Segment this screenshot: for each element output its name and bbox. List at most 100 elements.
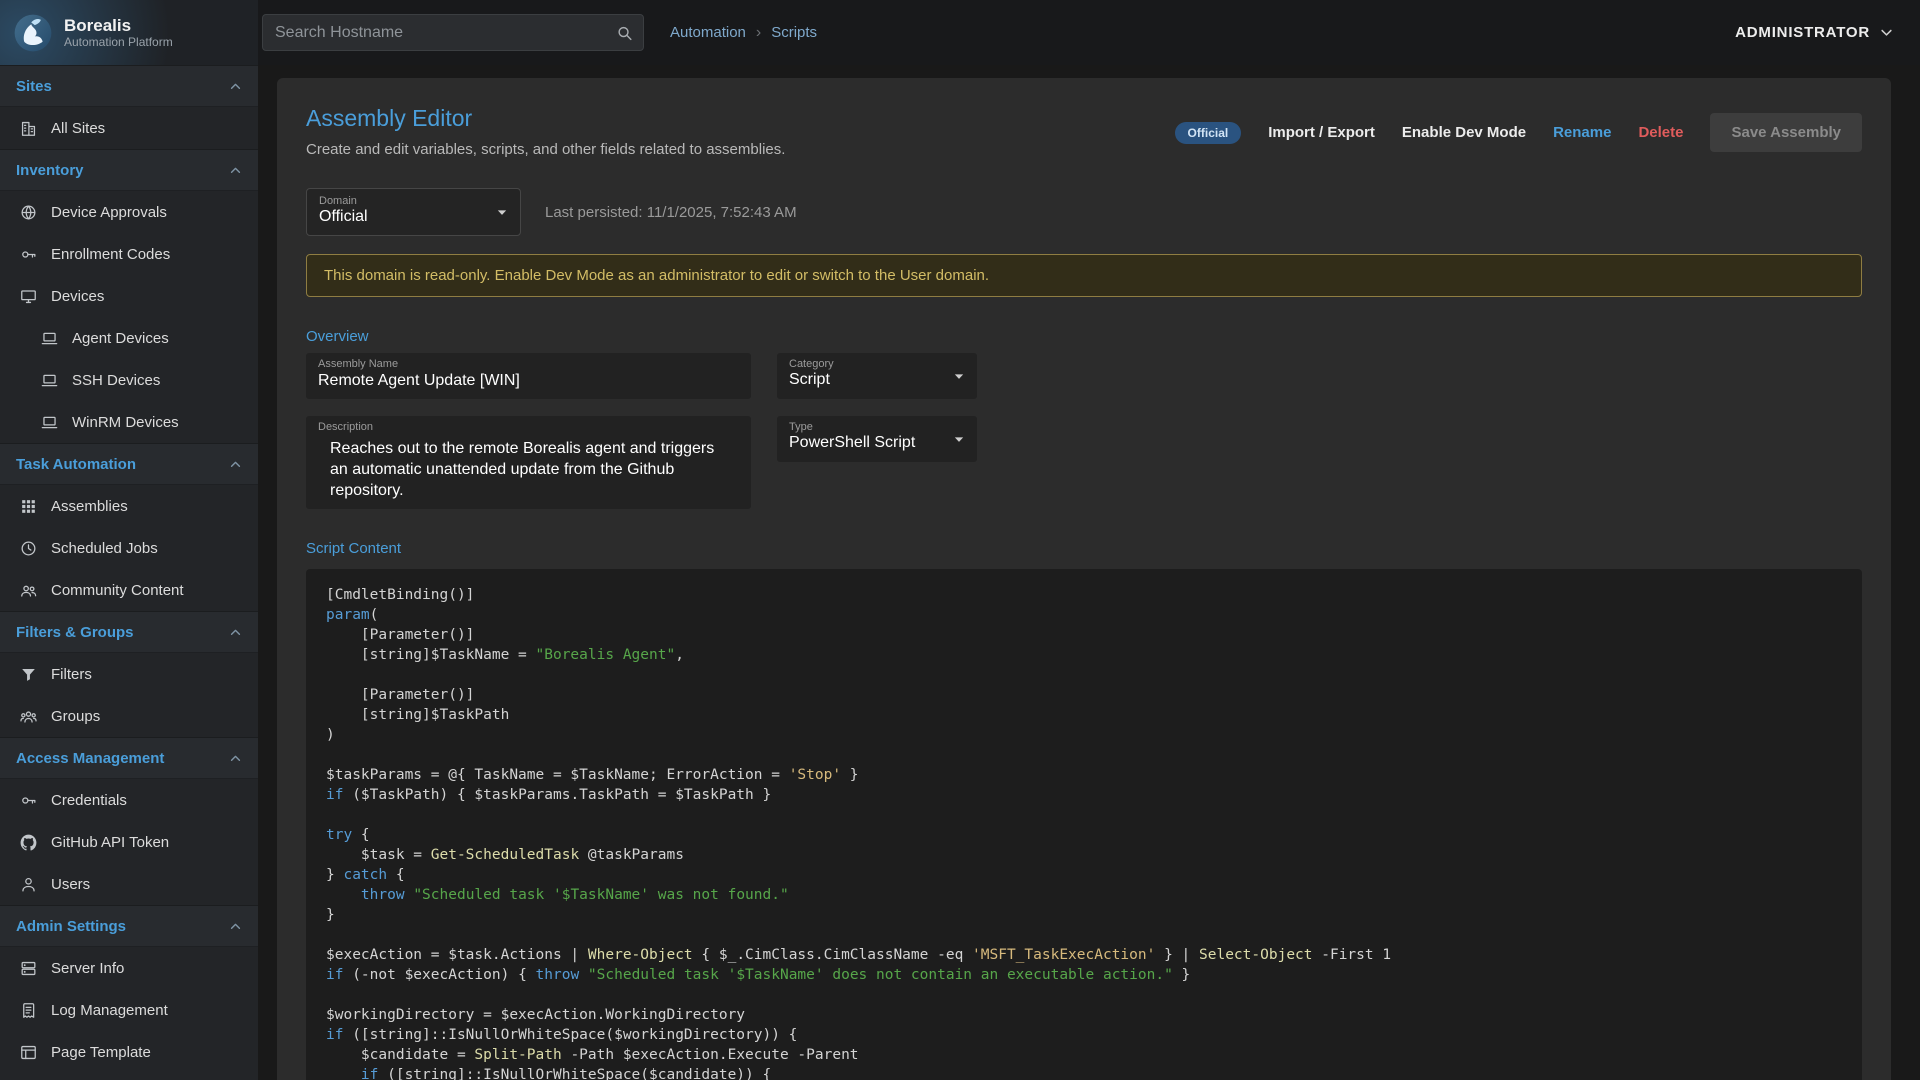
domain-select-label: Domain [319, 195, 484, 207]
borealis-logo-icon [12, 12, 54, 54]
overview-form: Assembly Name Category Script Descriptio… [306, 353, 1862, 509]
assembly-name-field[interactable]: Assembly Name [306, 353, 751, 399]
category-label: Category [789, 358, 943, 370]
sidebar-item-scheduled-jobs[interactable]: Scheduled Jobs [0, 527, 258, 569]
laptop-icon [40, 413, 59, 432]
brand-text: Borealis Automation Platform [64, 16, 173, 49]
code-line [326, 665, 1842, 685]
user-menu[interactable]: ADMINISTRATOR [1735, 23, 1896, 42]
sidebar-item-credentials[interactable]: Credentials [0, 779, 258, 821]
code-line [326, 805, 1842, 825]
code-line: if (-not $execAction) { throw "Scheduled… [326, 965, 1842, 985]
save-assembly-button[interactable]: Save Assembly [1710, 113, 1862, 152]
chevron-up-icon [227, 750, 244, 767]
sidebar-item-label: Log Management [51, 1002, 168, 1019]
sidebar-item-label: Scheduled Jobs [51, 540, 158, 557]
sidebar-item-log-management[interactable]: Log Management [0, 989, 258, 1031]
type-select[interactable]: Type PowerShell Script [777, 416, 977, 462]
sidebar-item-page-template[interactable]: Page Template [0, 1031, 258, 1073]
sidebar-item-groups[interactable]: Groups [0, 695, 258, 737]
sidebar-section-label: Task Automation [16, 456, 136, 473]
main-content: Assembly Editor Create and edit variable… [258, 65, 1920, 1080]
delete-button[interactable]: Delete [1638, 124, 1683, 141]
sidebar-item-label: Page Template [51, 1044, 151, 1061]
card-header: Assembly Editor Create and edit variable… [306, 105, 1862, 158]
laptop-icon [40, 329, 59, 348]
clock-icon [19, 539, 38, 558]
domain-select[interactable]: Domain Official [306, 188, 521, 236]
page-icon [19, 1043, 38, 1062]
chevron-up-icon [227, 918, 244, 935]
chevron-up-icon [227, 624, 244, 641]
sidebar-section-label: Filters & Groups [16, 624, 134, 641]
breadcrumb-separator-icon: › [756, 24, 761, 42]
code-line: $taskParams = @{ TaskName = $TaskName; E… [326, 765, 1842, 785]
chevron-up-icon [227, 78, 244, 95]
sidebar-section-task-automation[interactable]: Task Automation [0, 443, 258, 485]
import-export-button[interactable]: Import / Export [1268, 124, 1375, 141]
sidebar-item-label: SSH Devices [72, 372, 160, 389]
brand-name: Borealis [64, 16, 173, 35]
sidebar-item-label: Server Info [51, 960, 124, 977]
brand[interactable]: Borealis Automation Platform [0, 0, 258, 65]
sidebar-item-agent-devices[interactable]: Agent Devices [0, 317, 258, 359]
type-value: PowerShell Script [789, 434, 915, 451]
code-line: [Parameter()] [326, 685, 1842, 705]
code-line: $execAction = $task.Actions | Where-Obje… [326, 945, 1842, 965]
sidebar-item-users[interactable]: Users [0, 863, 258, 905]
sidebar-item-assemblies[interactable]: Assemblies [0, 485, 258, 527]
sidebar-section-sites[interactable]: Sites [0, 65, 258, 107]
code-line [326, 925, 1842, 945]
topbar: Automation › Scripts ADMINISTRATOR [258, 0, 1920, 65]
sidebar-item-github-api-token[interactable]: GitHub API Token [0, 821, 258, 863]
sidebar-section-admin-settings[interactable]: Admin Settings [0, 905, 258, 947]
sidebar-item-enrollment-codes[interactable]: Enrollment Codes [0, 233, 258, 275]
header-actions: Official Import / Export Enable Dev Mode… [1175, 105, 1862, 152]
code-line: if ([string]::IsNullOrWhiteSpace($workin… [326, 1025, 1842, 1045]
description-label: Description [318, 421, 739, 433]
sidebar-item-ssh-devices[interactable]: SSH Devices [0, 359, 258, 401]
sidebar-item-devices[interactable]: Devices [0, 275, 258, 317]
log-icon [19, 1001, 38, 1020]
sidebar-item-winrm-devices[interactable]: WinRM Devices [0, 401, 258, 443]
assembly-name-input[interactable] [318, 371, 739, 391]
sidebar-item-label: Devices [51, 288, 104, 305]
code-line: param( [326, 605, 1842, 625]
caret-down-icon [492, 202, 512, 222]
sidebar-section-label: Sites [16, 78, 52, 95]
sidebar-item-label: GitHub API Token [51, 834, 169, 851]
breadcrumb-item-automation[interactable]: Automation [670, 24, 746, 41]
sidebar-section-filters-groups[interactable]: Filters & Groups [0, 611, 258, 653]
sidebar-item-label: Users [51, 876, 90, 893]
domain-select-value: Official [319, 208, 368, 225]
code-line: $candidate = Split-Path -Path $execActio… [326, 1045, 1842, 1065]
search-icon[interactable] [615, 23, 634, 42]
code-line: if ($TaskPath) { $taskParams.TaskPath = … [326, 785, 1842, 805]
script-content-editor[interactable]: [CmdletBinding()]param( [Parameter()] [s… [306, 569, 1862, 1080]
assembly-name-label: Assembly Name [318, 358, 739, 370]
sidebar-section-access-management[interactable]: Access Management [0, 737, 258, 779]
key-icon [19, 245, 38, 264]
category-select[interactable]: Category Script [777, 353, 977, 399]
chevron-up-icon [227, 456, 244, 473]
sidebar-item-all-sites[interactable]: All Sites [0, 107, 258, 149]
overview-section-label: Overview [306, 328, 1862, 345]
sidebar-item-device-approvals[interactable]: Device Approvals [0, 191, 258, 233]
code-line: $workingDirectory = $execAction.WorkingD… [326, 1005, 1842, 1025]
rename-button[interactable]: Rename [1553, 124, 1611, 141]
sidebar-item-server-info[interactable]: Server Info [0, 947, 258, 989]
breadcrumb-item-scripts[interactable]: Scripts [771, 24, 817, 41]
sidebar-item-filters[interactable]: Filters [0, 653, 258, 695]
sidebar-item-label: Filters [51, 666, 92, 683]
sidebar-nav: Sites All SitesInventoryDevice ApprovalsE… [0, 65, 258, 1080]
sidebar-item-community-content[interactable]: Community Content [0, 569, 258, 611]
breadcrumb: Automation › Scripts [670, 24, 817, 42]
code-line: [Parameter()] [326, 625, 1842, 645]
enable-dev-mode-button[interactable]: Enable Dev Mode [1402, 124, 1526, 141]
key-icon [19, 791, 38, 810]
description-field[interactable]: Description Reaches out to the remote Bo… [306, 416, 751, 509]
sidebar-section-inventory[interactable]: Inventory [0, 149, 258, 191]
sidebar-section-label: Admin Settings [16, 918, 126, 935]
type-label: Type [789, 421, 943, 433]
search-input[interactable] [262, 14, 644, 51]
